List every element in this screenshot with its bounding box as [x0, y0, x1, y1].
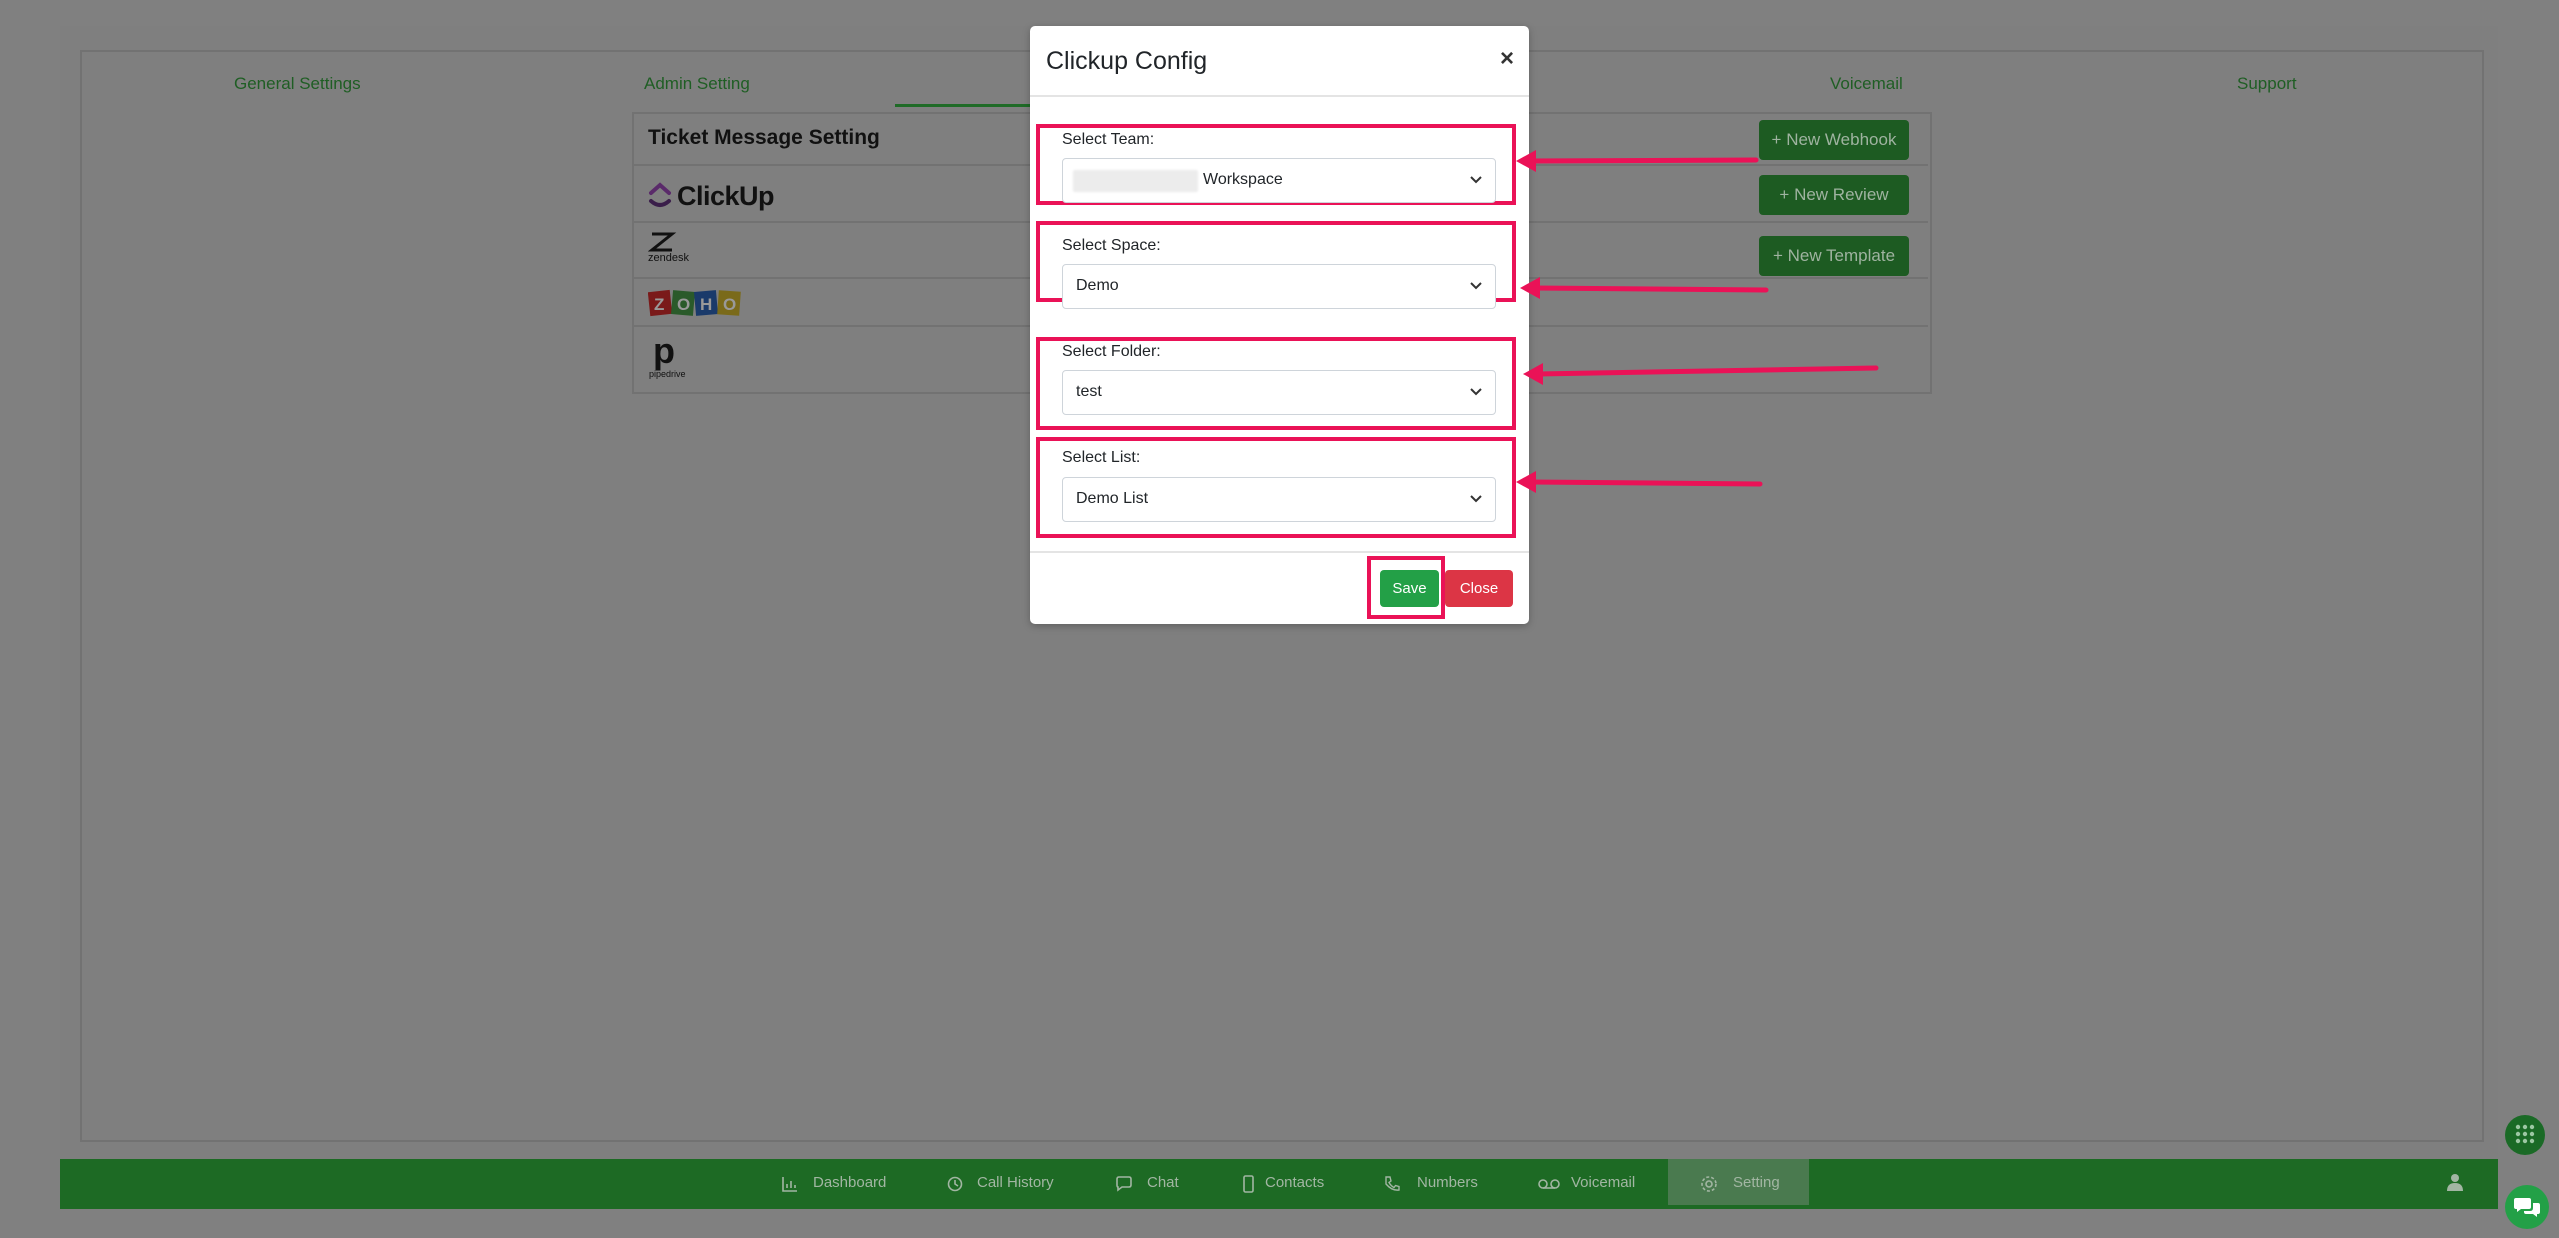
chevron-down-icon	[1470, 282, 1482, 290]
select-list-dropdown[interactable]: Demo List	[1062, 477, 1496, 522]
chat-icon	[1116, 1176, 1132, 1192]
redacted-team-name	[1073, 170, 1198, 192]
ticket-card-title: Ticket Message Setting	[648, 126, 880, 149]
history-icon	[947, 1176, 963, 1192]
pipedrive-logo-icon[interactable]: p	[653, 330, 675, 372]
select-team-label: Select Team:	[1062, 131, 1155, 148]
new-template-button[interactable]: + New Template	[1759, 236, 1909, 276]
phone-icon	[1385, 1176, 1400, 1191]
chevron-down-icon	[1470, 388, 1482, 396]
modal-footer-divider	[1030, 551, 1529, 553]
svg-text:O: O	[677, 295, 690, 314]
select-space-label: Select Space:	[1062, 237, 1161, 254]
phone-device-icon	[1243, 1175, 1254, 1193]
select-team-value: Workspace	[1203, 171, 1283, 188]
plus-icon: +	[1772, 246, 1788, 265]
gear-icon	[1701, 1176, 1717, 1192]
svg-text:H: H	[700, 295, 712, 314]
chevron-down-icon	[1470, 176, 1482, 184]
dialpad-fab[interactable]	[2505, 1115, 2545, 1155]
tab-voicemail[interactable]: Voicemail	[1830, 74, 1903, 94]
tab-support[interactable]: Support	[2237, 74, 2297, 94]
close-icon[interactable]: ×	[1500, 45, 1514, 73]
tab-general-settings[interactable]: General Settings	[234, 74, 361, 94]
select-team-dropdown[interactable]: Workspace	[1062, 158, 1496, 203]
select-space-dropdown[interactable]: Demo	[1062, 264, 1496, 309]
zendesk-logo-text: zendesk	[648, 252, 689, 264]
close-button[interactable]: Close	[1445, 570, 1513, 607]
chat-fab[interactable]	[2505, 1185, 2549, 1229]
select-list-value: Demo List	[1076, 490, 1149, 507]
modal-title: Clickup Config	[1046, 47, 1208, 75]
voicemail-icon	[1538, 1179, 1560, 1189]
select-list-label: Select List:	[1062, 449, 1141, 466]
dialpad-icon	[2515, 1124, 2535, 1144]
clickup-logo-icon[interactable]	[648, 181, 672, 216]
select-space-value: Demo	[1076, 277, 1119, 294]
zoho-logo-icon[interactable]: Z O H O	[647, 288, 742, 323]
new-webhook-button[interactable]: + New Webhook	[1759, 120, 1909, 160]
user-profile-icon[interactable]	[2446, 1172, 2464, 1197]
select-folder-value: test	[1076, 383, 1102, 400]
svg-text:O: O	[723, 295, 736, 314]
select-folder-label: Select Folder:	[1062, 343, 1161, 360]
new-review-button[interactable]: + New Review	[1759, 175, 1909, 215]
plus-icon: +	[1771, 130, 1787, 149]
select-folder-dropdown[interactable]: test	[1062, 370, 1496, 415]
tab-admin-setting[interactable]: Admin Setting	[644, 74, 750, 94]
bar-chart-icon	[782, 1177, 797, 1192]
save-button[interactable]: Save	[1380, 570, 1439, 607]
modal-header: Clickup Config ×	[1030, 26, 1529, 97]
plus-icon: +	[1779, 185, 1795, 204]
clickup-logo-text: ClickUp	[677, 181, 775, 211]
pipedrive-logo-text: pipedrive	[649, 369, 686, 379]
chat-bubbles-icon	[2514, 1198, 2540, 1217]
svg-text:Z: Z	[654, 295, 664, 314]
chevron-down-icon	[1470, 495, 1482, 503]
active-tab-indicator	[895, 104, 1033, 107]
